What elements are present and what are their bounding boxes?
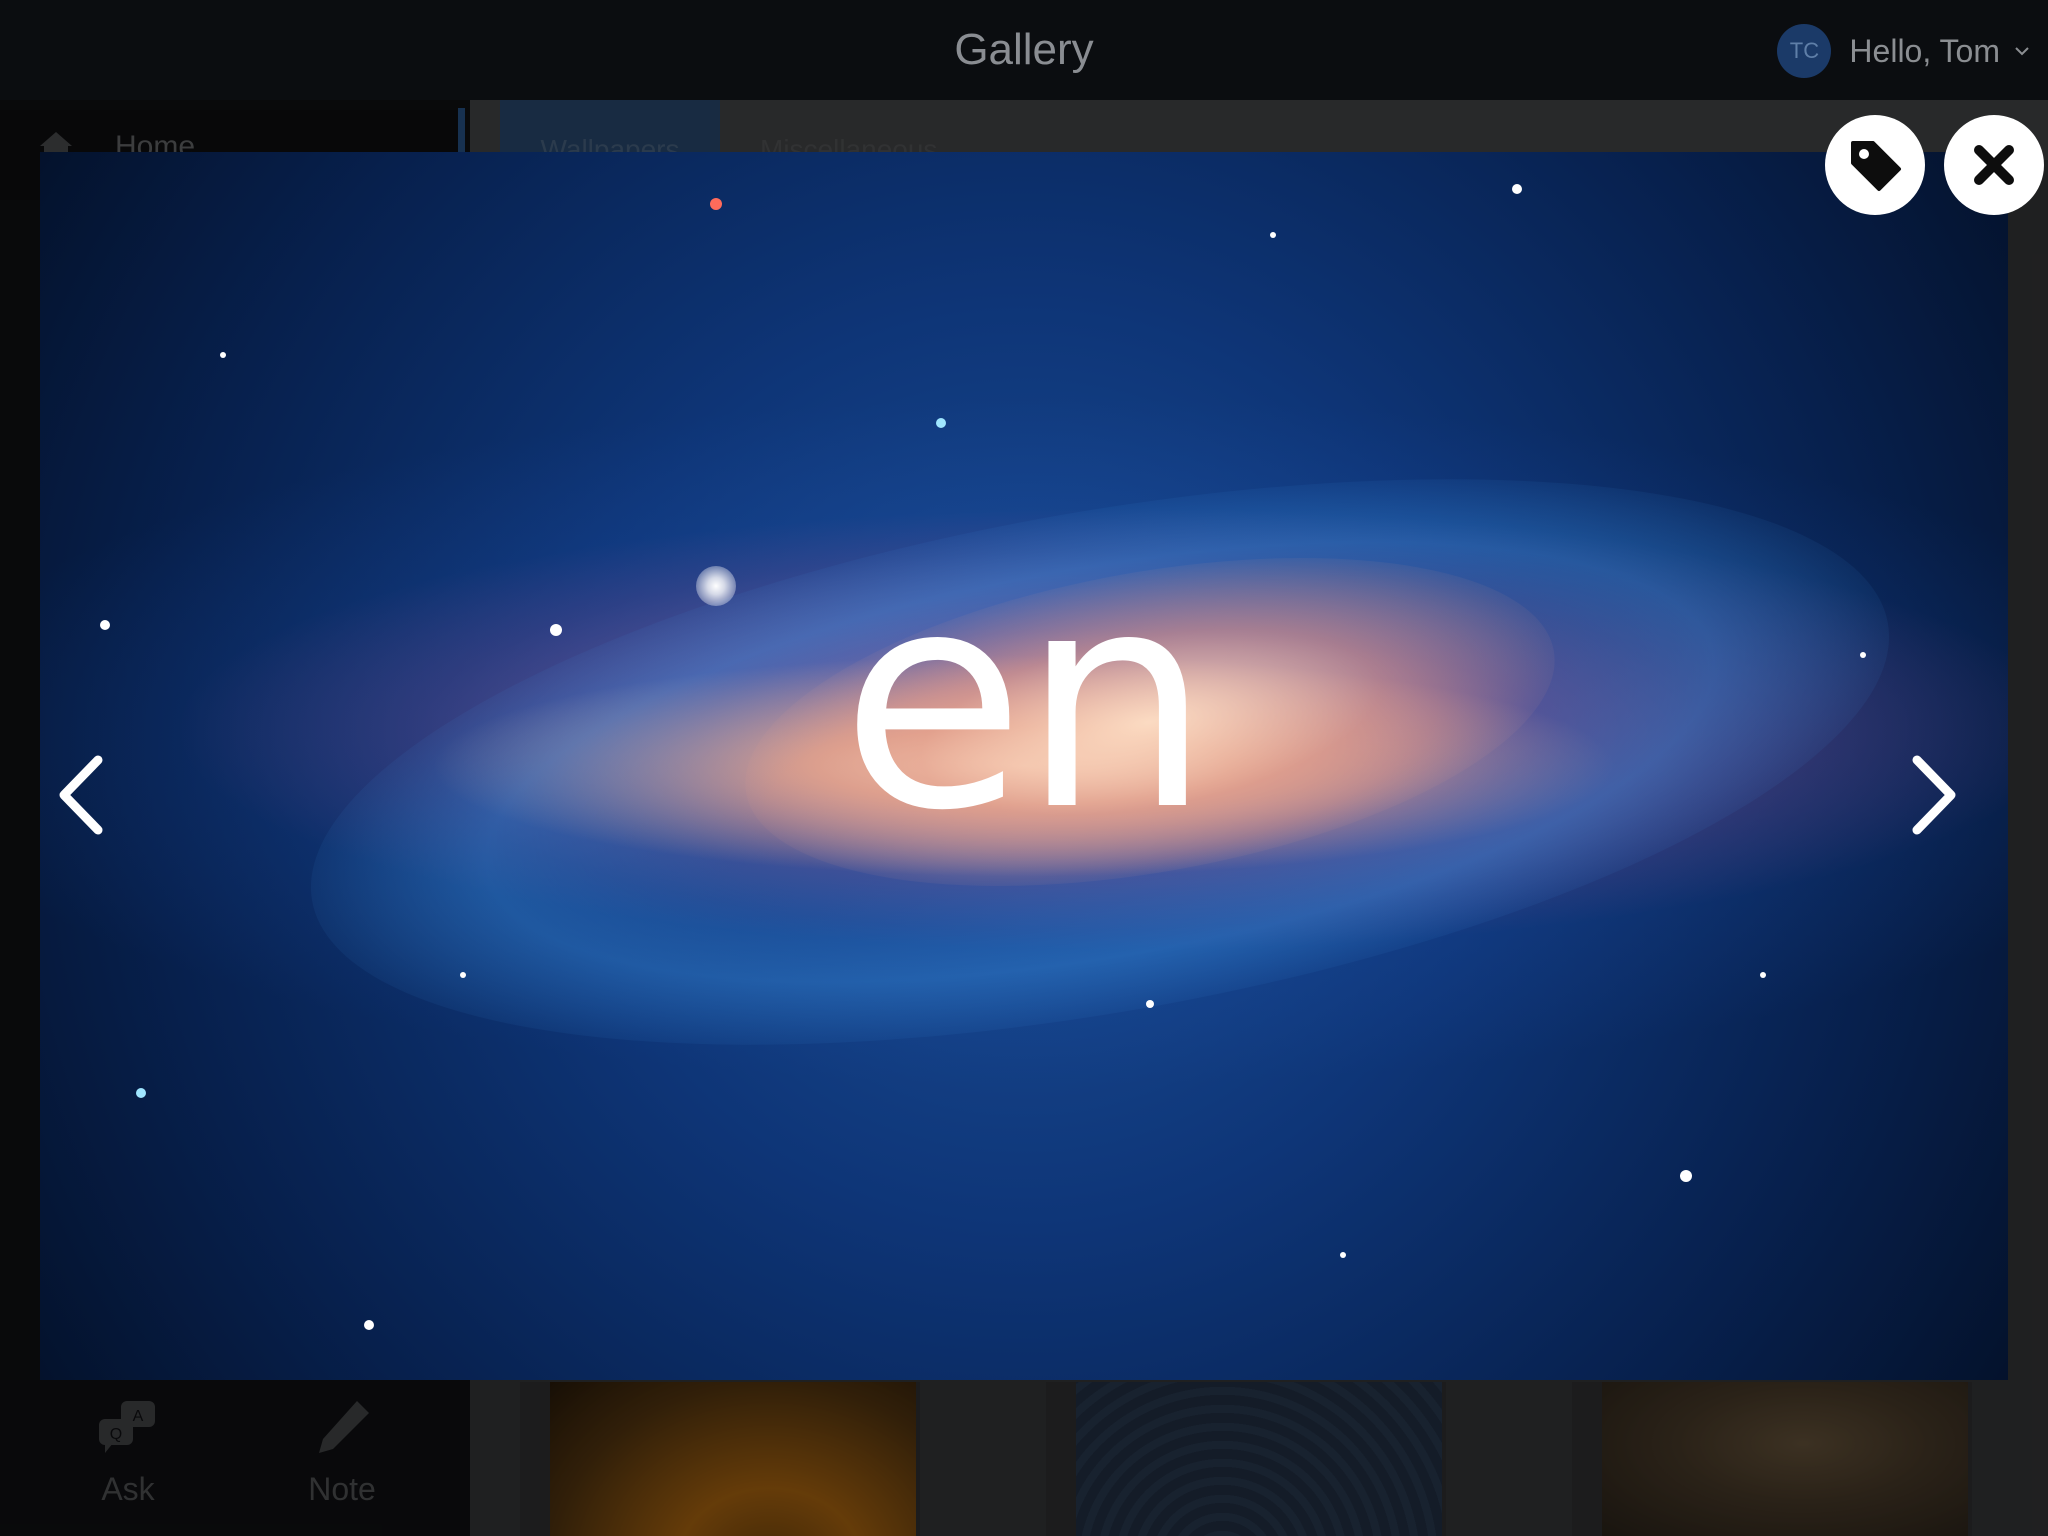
chevron-right-icon[interactable] <box>1905 750 1965 840</box>
star <box>1512 184 1522 194</box>
tag-icon <box>1851 141 1901 191</box>
page-title: Gallery <box>954 25 1094 74</box>
language-code: en <box>840 527 1212 876</box>
star <box>364 1320 374 1330</box>
star <box>1760 972 1766 978</box>
chevron-down-icon[interactable] <box>2014 43 2030 59</box>
user-greeting[interactable]: Hello, Tom <box>1849 33 2000 70</box>
chevron-left-icon[interactable] <box>50 750 110 840</box>
overlay-text: en <box>40 527 2008 876</box>
star <box>710 198 722 210</box>
star <box>1340 1252 1346 1258</box>
star <box>936 418 946 428</box>
star <box>1146 1000 1154 1008</box>
image-viewer: en <box>40 152 2008 1380</box>
tag-button[interactable] <box>1825 115 1925 215</box>
close-button[interactable] <box>1944 115 2044 215</box>
star <box>136 1088 146 1098</box>
star <box>460 972 466 978</box>
star <box>1270 232 1276 238</box>
close-icon <box>1974 145 2014 185</box>
user-menu[interactable]: TC Hello, Tom <box>1777 24 2030 78</box>
star <box>1680 1170 1692 1182</box>
star <box>220 352 226 358</box>
avatar[interactable]: TC <box>1777 24 1832 78</box>
